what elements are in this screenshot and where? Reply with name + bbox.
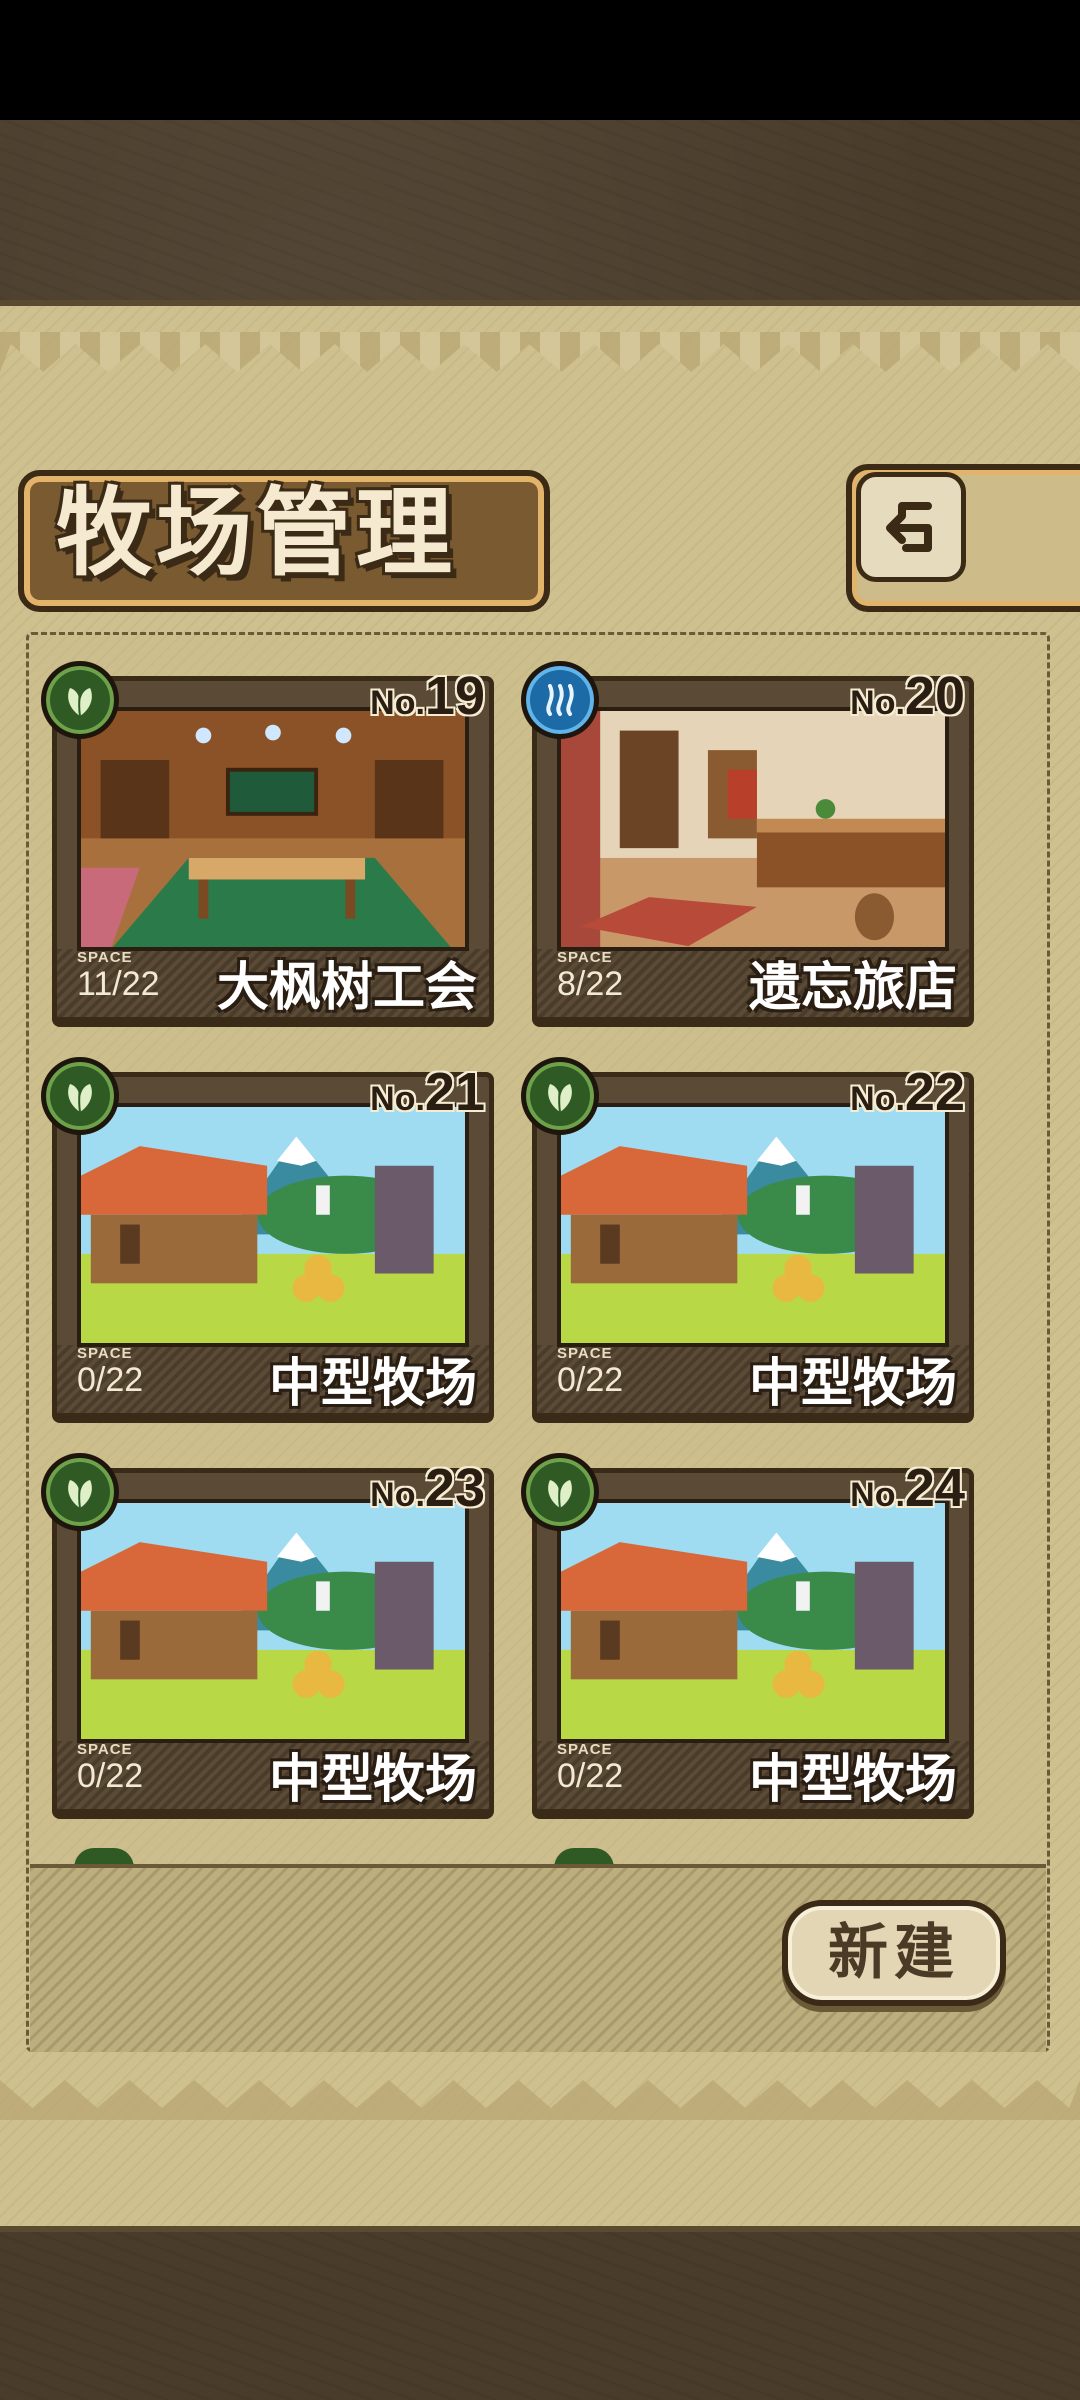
ranch-card[interactable]: No.23 SPACE 0/22 中型牧场	[41, 1453, 494, 1814]
ranch-name: 中型牧场	[268, 1354, 477, 1414]
ranch-number-value: 23	[424, 1458, 485, 1518]
ranch-name: 中型牧场	[748, 1750, 957, 1810]
ranch-name: 遗忘旅店	[748, 958, 957, 1018]
leaf-icon	[548, 1477, 572, 1509]
leaf-icon	[68, 1081, 92, 1113]
ranch-number-prefix: No.	[370, 684, 425, 722]
space-count: 8/22	[557, 965, 624, 1003]
ranch-name: 大枫树工会	[216, 958, 477, 1018]
space-count: 0/22	[557, 1757, 624, 1795]
return-arrow-icon	[886, 502, 932, 552]
ranch-scene-image	[557, 1103, 949, 1347]
space-label: SPACE	[557, 949, 613, 966]
ranch-type-badge	[521, 661, 599, 739]
ranch-scene-image	[77, 1499, 469, 1743]
space-count: 0/22	[77, 1757, 144, 1795]
ranch-name: 中型牧场	[268, 1750, 477, 1810]
back-button[interactable]	[856, 472, 966, 582]
ranch-card[interactable]: No.20 SPACE 8/22 遗忘旅店	[521, 661, 974, 1022]
ranch-card[interactable]: No.19 SPACE 11/22 大枫树工会	[41, 661, 494, 1022]
ranch-type-badge	[41, 1057, 119, 1135]
ranch-number-value: 19	[424, 666, 485, 726]
ranch-number-value: 20	[904, 666, 965, 726]
ranch-number: No.24	[850, 1457, 965, 1519]
hot-spring-icon	[546, 684, 574, 716]
ranch-number-value: 24	[904, 1458, 965, 1518]
space-label: SPACE	[77, 1345, 133, 1362]
ranch-card[interactable]: No.24 SPACE 0/22 中型牧场	[521, 1453, 974, 1814]
ranch-number: No.22	[850, 1061, 965, 1123]
page-title: 牧场管理	[56, 476, 456, 589]
ranch-number-prefix: No.	[850, 1080, 905, 1118]
space-label: SPACE	[557, 1345, 613, 1362]
ranch-number: No.21	[370, 1061, 485, 1123]
ranch-type-badge	[521, 1057, 599, 1135]
ranch-number-prefix: No.	[370, 1080, 425, 1118]
leaf-icon	[548, 1081, 572, 1113]
space-label: SPACE	[77, 949, 133, 966]
ranch-name: 中型牧场	[748, 1354, 957, 1414]
ranch-card[interactable]: No.22 SPACE 0/22 中型牧场	[521, 1057, 974, 1418]
ranch-number-prefix: No.	[850, 1476, 905, 1514]
ranch-number: No.23	[370, 1457, 485, 1519]
new-ranch-button[interactable]: 新建	[782, 1900, 1006, 2006]
space-count: 0/22	[77, 1361, 144, 1399]
space-count: 0/22	[557, 1361, 624, 1399]
ranch-number-prefix: No.	[370, 1476, 425, 1514]
space-label: SPACE	[557, 1741, 613, 1758]
leaf-icon	[68, 685, 92, 717]
ranch-list[interactable]: No.19 SPACE 11/22 大枫树工会 No.20 SPACE 8/22…	[30, 636, 1046, 1860]
space-count: 11/22	[77, 965, 160, 1003]
ranch-number-prefix: No.	[850, 684, 905, 722]
ranch-scene-image	[77, 1103, 469, 1347]
ranch-scene-image	[557, 707, 949, 951]
leaf-icon	[68, 1477, 92, 1509]
ranch-type-badge	[521, 1453, 599, 1531]
ranch-number-value: 21	[424, 1062, 485, 1122]
ranch-type-badge	[41, 661, 119, 739]
ranch-scene-image	[77, 707, 469, 951]
ranch-number-value: 22	[904, 1062, 965, 1122]
space-label: SPACE	[77, 1741, 133, 1758]
ranch-number: No.19	[370, 665, 485, 727]
ranch-number: No.20	[850, 665, 965, 727]
ranch-card[interactable]: No.21 SPACE 0/22 中型牧场	[41, 1057, 494, 1418]
ranch-type-badge	[41, 1453, 119, 1531]
ranch-scene-image	[557, 1499, 949, 1743]
